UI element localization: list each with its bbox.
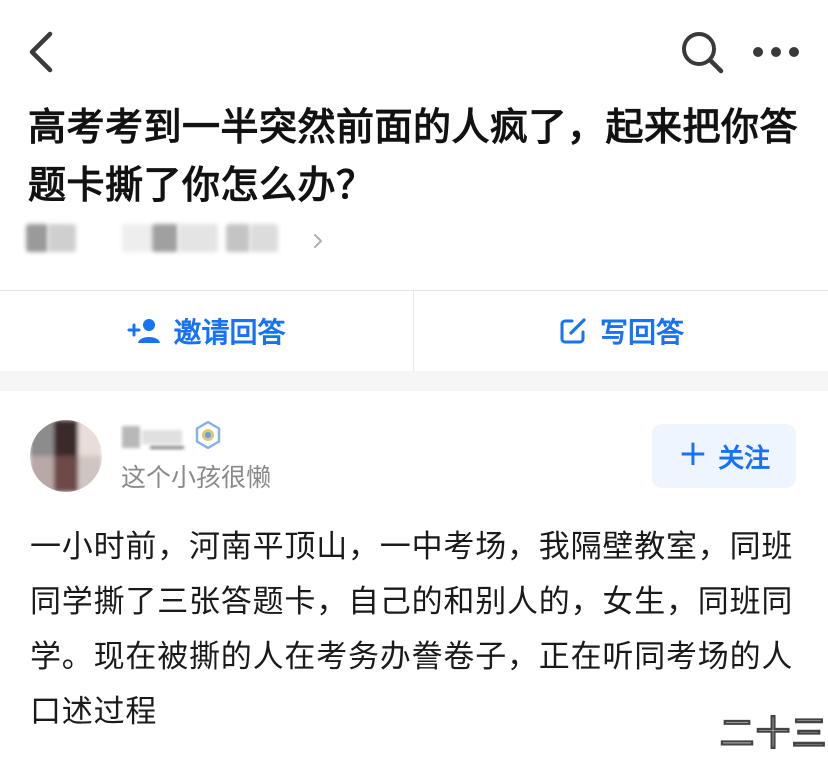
section-divider <box>0 371 828 391</box>
watermark: 二十三 <box>719 713 828 754</box>
author-avatar[interactable] <box>30 420 102 492</box>
follow-label: 关注 <box>718 443 771 474</box>
more-horizontal-icon <box>753 47 799 57</box>
action-bar: 邀请回答 写回答 <box>0 290 828 371</box>
blurred-topic-tag <box>250 224 278 252</box>
write-answer-button[interactable]: 写回答 <box>414 291 828 371</box>
blurred-topic-tag <box>178 224 218 252</box>
search-icon <box>682 32 724 74</box>
write-answer-label: 写回答 <box>599 316 684 349</box>
topic-tags[interactable] <box>26 222 326 254</box>
question-title: 高考考到一半突然前面的人疯了，起来把你答题卡撕了你怎么办？ <box>28 105 799 207</box>
author-bio: 这个小孩很懒 <box>121 463 272 492</box>
invite-answer-button[interactable]: 邀请回答 <box>0 291 413 371</box>
blurred-topic-tag <box>26 224 48 252</box>
follow-button[interactable]: + 关注 <box>652 424 796 488</box>
blurred-topic-tag <box>48 224 76 252</box>
more-button[interactable] <box>748 30 804 74</box>
add-user-icon <box>127 319 161 343</box>
question-page: 高考考到一半突然前面的人疯了，起来把你答题卡撕了你怎么办？ 邀请回答 写回答 这… <box>0 0 828 760</box>
blurred-topic-tag <box>226 224 250 252</box>
top-bar <box>0 0 828 100</box>
answer-content[interactable]: 一小时前，河南平顶山，一中考场，我隔壁教室，同班同学撕了三张答题卡，自己的和别人… <box>30 520 806 740</box>
chevron-left-icon <box>29 31 53 73</box>
plus-icon: + <box>677 433 709 474</box>
blurred-topic-tag <box>122 224 152 252</box>
invite-answer-label: 邀请回答 <box>173 316 286 349</box>
blurred-topic-tag <box>152 224 178 252</box>
avatar-image <box>30 420 102 492</box>
search-button[interactable] <box>678 28 726 76</box>
chevron-right-icon <box>314 234 322 248</box>
back-button[interactable] <box>20 28 64 76</box>
verified-badge-icon <box>195 421 221 449</box>
edit-icon <box>560 318 586 344</box>
